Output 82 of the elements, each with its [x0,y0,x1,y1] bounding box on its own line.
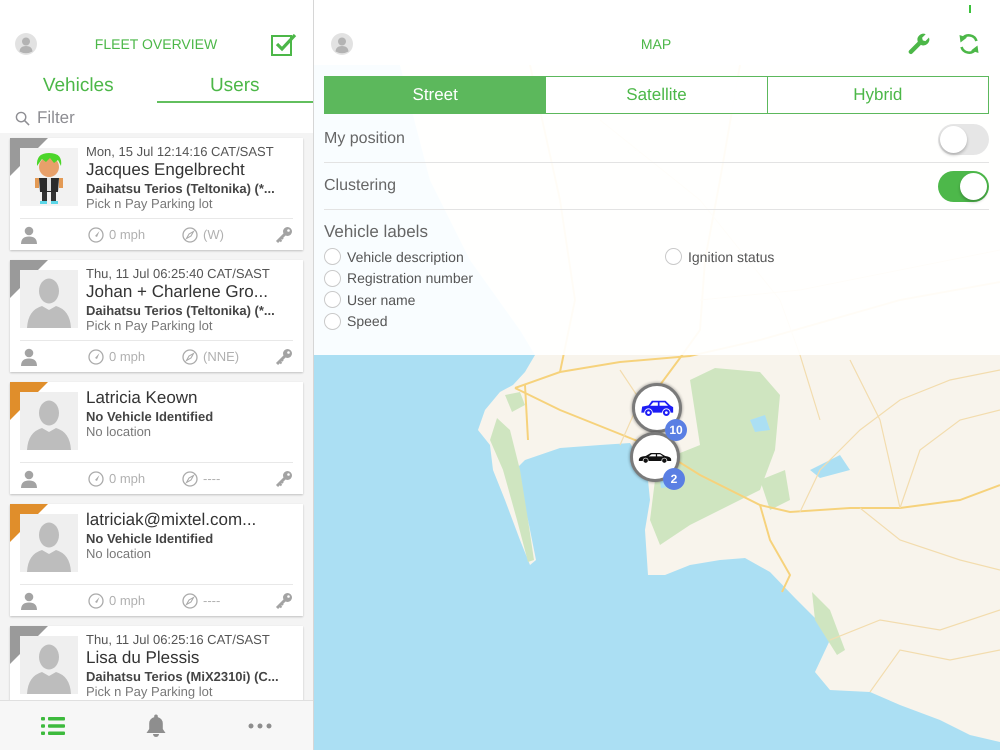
location-text: Pick n Pay Parking lot [86,319,214,332]
key-icon[interactable] [275,226,293,244]
more-icon[interactable] [248,722,272,728]
person-icon[interactable] [20,226,38,244]
speed-text: 0 mph [109,471,146,486]
person-icon[interactable] [20,470,38,488]
vehicle-name: Daihatsu Terios (MiX2310i) (C... [86,668,280,685]
radio-button[interactable] [665,248,682,266]
user-card[interactable]: Thu, 11 Jul 06:25:40 CAT/SAST Johan + Charlene Gro... Daihatsu Terios (Teltonika) (*... Pick n Pay Parking lot 0 mph (NNE) [10,260,303,372]
heading-text: ---- [203,471,220,486]
section-heading: Vehicle labels [324,221,428,243]
timestamp: Thu, 11 Jul 06:25:16 CAT/SAST [86,632,271,648]
list-icon[interactable] [40,716,65,736]
suv-icon [640,398,674,418]
radio-button[interactable] [324,270,341,287]
toggle-switch[interactable] [938,124,989,154]
status-indicator-icon [969,5,971,13]
location-text: No location [86,547,152,560]
user-name: Jacques Engelbrecht [86,160,246,180]
key-icon[interactable] [275,470,293,488]
vehicle-name: No Vehicle Identified [86,530,214,547]
cartoon-avatar-drawing [20,148,78,206]
timestamp: Mon, 15 Jul 12:14:16 CAT/SAST [86,144,275,160]
heading-text: (NNE) [203,349,240,364]
user-card[interactable]: Latricia Keown No Vehicle Identified No location 0 mph ---- [10,382,303,494]
person-icon[interactable] [20,348,38,366]
filter-field[interactable]: Filter [37,106,301,130]
speed-text: 0 mph [109,349,146,364]
vehicle-name: No Vehicle Identified [86,408,214,425]
bell-icon[interactable] [146,714,166,738]
user-name: latriciak@mixtel.com... [86,510,258,530]
vehicle-name: Daihatsu Terios (Teltonika) (*... [86,180,276,197]
car-icon [638,450,672,464]
location-text: Pick n Pay Parking lot [86,685,214,698]
check-square-icon[interactable] [271,32,297,56]
compass-icon [182,348,198,364]
search-icon [15,110,30,126]
option-label: User name [347,292,416,308]
avatar-placeholder [20,514,78,572]
heading-text: ---- [203,593,220,608]
user-name: Lisa du Plessis [86,648,200,668]
compass-icon [182,592,198,608]
compass-icon [182,226,198,242]
setting-label: My position [324,130,405,148]
user-card[interactable]: latriciak@mixtel.com... No Vehicle Identified No location 0 mph ---- [10,504,303,616]
avatar-icon[interactable] [15,33,37,55]
panel-title: FLEET OVERVIEW [94,36,218,52]
setting-label: Clustering [324,177,396,195]
panel-title: MAP [640,36,672,52]
radio-button[interactable] [324,291,341,308]
vehicle-name: Daihatsu Terios (Teltonika) (*... [86,302,276,319]
heading-text: (W) [203,227,224,242]
user-card[interactable]: Mon, 15 Jul 12:14:16 CAT/SAST Jacques Engelbrecht Daihatsu Terios (Teltonika) (*... Pick n Pay Parking lot 0 mph (W) [10,138,303,250]
compass-icon [182,470,198,486]
user-name: Johan + Charlene Gro... [86,282,269,302]
speed-text: 0 mph [109,227,146,242]
location-text: Pick n Pay Parking lot [86,197,214,210]
key-icon[interactable] [275,592,293,610]
option-label: Speed [347,313,388,330]
user-name: Latricia Keown [86,388,199,408]
gauge-icon [88,348,104,364]
refresh-icon[interactable] [957,32,981,56]
gauge-icon [88,470,104,486]
toggle-switch[interactable] [938,170,989,202]
avatar-icon[interactable] [331,32,353,54]
person-icon[interactable] [20,592,38,610]
option-label: Vehicle description [347,248,464,265]
option-label: Ignition status [688,248,774,265]
radio-button[interactable] [324,312,341,330]
radio-button[interactable] [324,248,341,266]
speed-text: 0 mph [109,593,146,608]
gauge-icon [88,592,104,608]
gauge-icon [88,226,104,242]
avatar-placeholder [20,270,78,328]
avatar-placeholder [20,392,78,450]
location-text: No location [86,425,152,438]
option-label: Registration number [347,270,474,286]
wrench-icon[interactable] [907,32,931,56]
user-card[interactable]: Thu, 11 Jul 06:25:16 CAT/SAST Lisa du Plessis Daihatsu Terios (MiX2310i) (C... Pick n Pay Parking lot [10,626,303,700]
timestamp: Thu, 11 Jul 06:25:40 CAT/SAST [86,266,271,282]
avatar-placeholder [20,636,78,694]
key-icon[interactable] [275,348,293,366]
